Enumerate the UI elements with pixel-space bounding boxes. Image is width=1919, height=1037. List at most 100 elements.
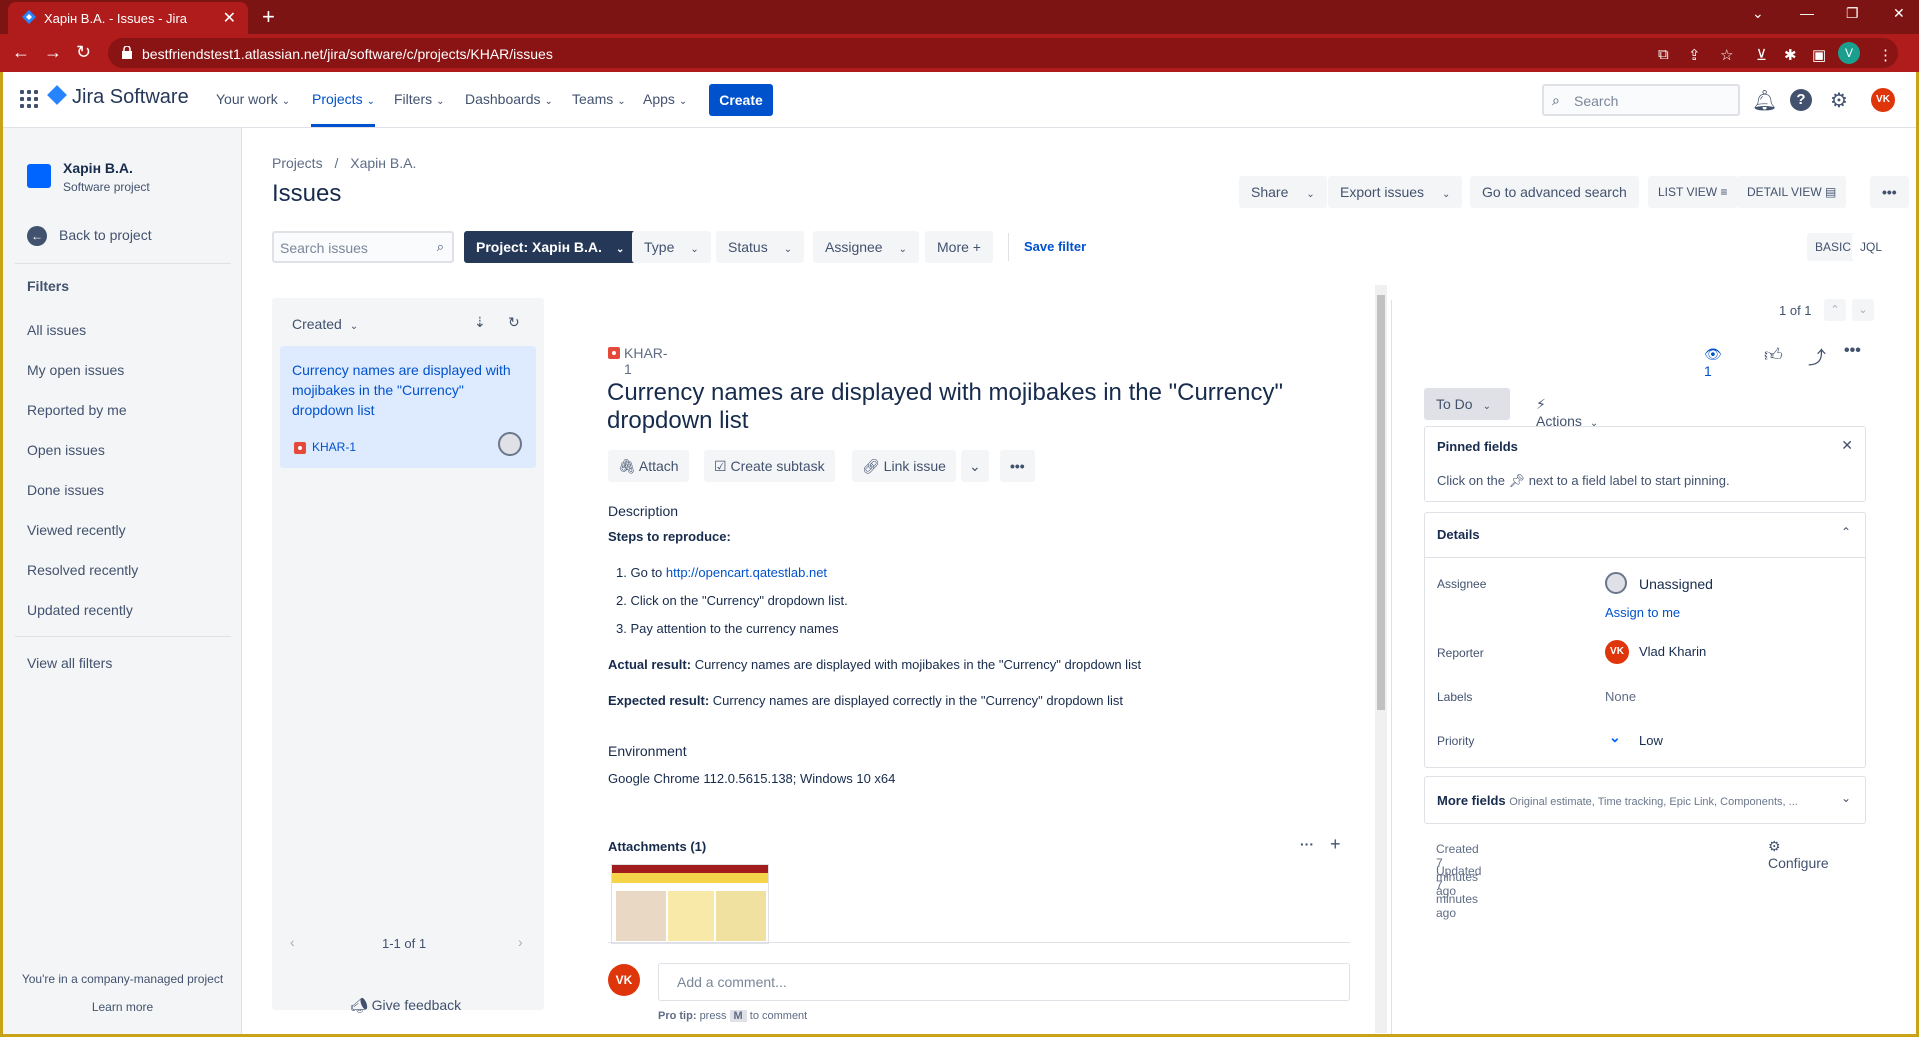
opencart-link[interactable]: http://opencart.qatestlab.net <box>666 565 827 580</box>
assignee-value[interactable]: Unassigned <box>1639 576 1713 592</box>
puzzle-icon[interactable]: ✱ <box>1784 46 1797 64</box>
link-issue-button[interactable]: 🔗︎ Link issue <box>852 450 956 482</box>
settings-gear-icon[interactable]: ⚙ <box>1830 88 1848 113</box>
status-filter-button[interactable]: Status ⌄ <box>716 231 805 263</box>
scrollbar-thumb[interactable] <box>1377 295 1385 710</box>
thumbs-up-icon[interactable]: 👍︎ <box>1764 344 1783 366</box>
filter-all-issues[interactable]: All issues <box>27 322 86 338</box>
share-icon[interactable]: ⤴ <box>1808 344 1826 370</box>
assign-to-me-link[interactable]: Assign to me <box>1605 605 1680 620</box>
address-bar[interactable]: bestfriendstest1.atlassian.net/jira/soft… <box>108 38 1898 68</box>
nav-apps[interactable]: Apps ⌄ <box>643 91 687 107</box>
more-actions-button[interactable]: ••• <box>1870 176 1909 208</box>
next-issue-button[interactable]: ⌄ <box>1852 299 1874 321</box>
close-icon[interactable]: ✕ <box>1841 437 1853 454</box>
forward-arrow-icon[interactable]: → <box>44 42 62 63</box>
save-filter-link[interactable]: Save filter <box>1024 239 1086 254</box>
more-filters-button[interactable]: More + <box>925 231 993 263</box>
filter-done-issues[interactable]: Done issues <box>27 482 104 498</box>
app-switcher-icon[interactable] <box>20 90 38 108</box>
restore-icon[interactable]: ❐ <box>1846 5 1859 22</box>
issue-card[interactable]: Currency names are displayed with mojiba… <box>280 346 536 468</box>
view-all-filters-link[interactable]: View all filters <box>27 655 112 671</box>
detail-view-button[interactable]: DETAIL VIEW ▤ <box>1737 176 1847 208</box>
issue-key[interactable]: KHAR-1 <box>624 345 668 377</box>
new-tab-icon[interactable]: + <box>262 4 275 30</box>
minimize-icon[interactable]: — <box>1800 5 1814 21</box>
sidepanel-icon[interactable]: ▣ <box>1812 46 1826 64</box>
previous-issue-button[interactable]: ⌃ <box>1824 299 1846 321</box>
share-page-icon[interactable]: ⇪ <box>1688 46 1701 64</box>
issue-title[interactable]: Currency names are displayed with mojiba… <box>607 379 1307 435</box>
back-to-project-link[interactable]: ← Back to project <box>27 226 152 246</box>
close-window-icon[interactable]: ✕ <box>1893 5 1905 22</box>
sort-dropdown[interactable]: Created ⌄ <box>292 316 358 332</box>
learn-more-link[interactable]: Learn more <box>3 1000 242 1014</box>
create-subtask-button[interactable]: ☑ Create subtask <box>704 450 835 482</box>
project-filter-button[interactable]: Project: Харін В.А. ⌄ <box>464 231 637 263</box>
kebab-menu-icon[interactable]: ⋮ <box>1878 46 1893 64</box>
filter-reported-by-me[interactable]: Reported by me <box>27 402 127 418</box>
global-search-input[interactable]: ⌕ Search <box>1542 84 1740 116</box>
more-issue-actions-button[interactable]: ••• <box>1000 450 1035 482</box>
previous-page-icon[interactable]: ‹ <box>290 934 295 950</box>
nav-teams[interactable]: Teams ⌄ <box>572 91 626 107</box>
more-icon[interactable]: ••• <box>1844 342 1861 360</box>
project-name[interactable]: Харін В.А. <box>63 160 133 176</box>
add-attachment-icon[interactable]: + <box>1330 834 1341 855</box>
notifications-icon[interactable]: 🔔︎ <box>1752 88 1777 113</box>
watch-button[interactable]: 👁︎ 1 <box>1704 346 1722 379</box>
link-dropdown-button[interactable]: ⌄ <box>961 450 989 482</box>
list-view-button[interactable]: LIST VIEW ≡ <box>1648 176 1738 208</box>
help-icon[interactable]: ? <box>1790 89 1812 111</box>
give-feedback-button[interactable]: 📣︎ Give feedback <box>350 997 461 1014</box>
nav-projects[interactable]: Projects ⌄ <box>312 91 375 107</box>
detail-scrollbar[interactable] <box>1375 285 1387 1033</box>
create-button[interactable]: Create <box>709 84 773 116</box>
labels-value[interactable]: None <box>1605 689 1636 704</box>
profile-avatar[interactable]: V <box>1838 42 1860 64</box>
browser-tab[interactable]: Харін В.А. - Issues - Jira ✕ <box>8 2 248 34</box>
filter-viewed-recently[interactable]: Viewed recently <box>27 522 126 538</box>
type-filter-button[interactable]: Type ⌄ <box>632 231 711 263</box>
advanced-search-button[interactable]: Go to advanced search <box>1470 176 1639 208</box>
close-tab-icon[interactable]: ✕ <box>223 8 236 28</box>
more-fields-box[interactable]: More fields Original estimate, Time trac… <box>1424 776 1866 824</box>
filter-updated-recently[interactable]: Updated recently <box>27 602 133 618</box>
next-page-icon[interactable]: › <box>518 934 523 950</box>
breadcrumb-project[interactable]: Харін В.А. <box>350 155 416 171</box>
refresh-icon[interactable]: ↻ <box>508 314 520 331</box>
actions-dropdown[interactable]: ⚡︎ Actions ⌄ <box>1536 396 1598 429</box>
nav-your-work[interactable]: Your work ⌄ <box>216 91 290 107</box>
user-avatar[interactable]: VK <box>1871 88 1895 112</box>
reporter-value[interactable]: Vlad Kharin <box>1639 644 1706 659</box>
tab-search-icon[interactable]: ⌄ <box>1752 5 1764 22</box>
extension-icon[interactable]: ⊻ <box>1756 46 1767 64</box>
filter-open-issues[interactable]: Open issues <box>27 442 105 458</box>
nav-filters[interactable]: Filters ⌄ <box>394 91 445 107</box>
configure-button[interactable]: ⚙ Configure <box>1768 838 1829 871</box>
attachment-more-icon[interactable]: ··· <box>1300 836 1314 852</box>
breadcrumb-projects[interactable]: Projects <box>272 155 323 171</box>
jira-logo[interactable]: Jira Software <box>47 85 189 109</box>
reload-icon[interactable]: ↻ <box>76 42 91 63</box>
back-arrow-icon[interactable]: ← <box>12 42 30 63</box>
details-title[interactable]: Details <box>1437 527 1480 542</box>
jql-search-toggle[interactable]: JQL <box>1852 233 1891 261</box>
search-issues-input[interactable]: Search issues ⌕ <box>272 231 454 263</box>
sort-order-icon[interactable]: ⇣ <box>474 314 486 331</box>
attachment-thumbnail[interactable] <box>611 864 769 944</box>
nav-dashboards[interactable]: Dashboards ⌄ <box>465 91 553 107</box>
export-issues-button[interactable]: Export issues ⌄ <box>1328 176 1463 208</box>
filter-resolved-recently[interactable]: Resolved recently <box>27 562 138 578</box>
comment-input[interactable]: Add a comment... <box>658 963 1350 1001</box>
priority-value[interactable]: Low <box>1639 733 1663 748</box>
share-button[interactable]: Share ⌄ <box>1239 176 1327 208</box>
status-dropdown[interactable]: To Do ⌄ <box>1424 388 1510 420</box>
assignee-filter-button[interactable]: Assignee ⌄ <box>813 231 919 263</box>
filter-my-open-issues[interactable]: My open issues <box>27 362 124 378</box>
chevron-up-icon[interactable]: ⌃ <box>1841 525 1851 539</box>
translate-icon[interactable]: ⧉ <box>1658 46 1669 63</box>
bookmark-star-icon[interactable]: ☆ <box>1720 46 1733 64</box>
attach-button[interactable]: 🖇︎ Attach <box>608 450 689 482</box>
